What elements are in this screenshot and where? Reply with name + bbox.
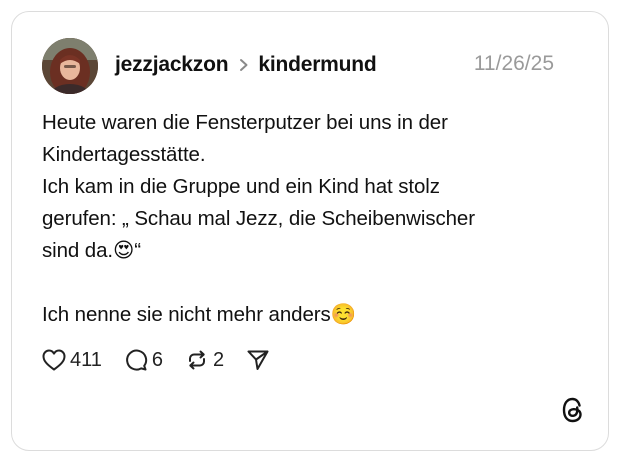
comment-button[interactable]: 6 [124, 348, 163, 372]
repost-icon [185, 348, 209, 372]
post-header: jezzjackzon kindermund [115, 51, 377, 79]
repost-button[interactable]: 2 [185, 348, 224, 372]
repost-count: 2 [213, 348, 225, 371]
post-line: Kindertagesstätte. [42, 143, 206, 166]
post-date: 11/26/25 [473, 52, 554, 75]
heart-icon [42, 349, 66, 371]
chevron-right-icon [239, 58, 249, 72]
post-line: Ich kam in die Gruppe und ein Kind hat s… [42, 175, 440, 198]
post-line: Ich nenne sie nicht mehr anders☺️ [42, 303, 357, 326]
avatar[interactable] [42, 38, 98, 94]
author-username[interactable]: jezzjackzon [115, 53, 229, 77]
comment-count: 6 [151, 348, 164, 371]
post-line: gerufen: „ Schau mal Jezz, die Scheibenw… [42, 207, 475, 230]
comment-bubble-icon [124, 348, 148, 372]
action-bar: 411 6 2 [42, 345, 292, 375]
post-line: Heute waren die Fensterputzer bei uns in… [42, 111, 448, 134]
like-button[interactable]: 411 [42, 349, 102, 372]
community-name[interactable]: kindermund [258, 53, 376, 77]
post-line: sind da.😍“ [42, 239, 141, 262]
like-count: 411 [70, 348, 102, 371]
send-icon [246, 348, 270, 372]
threads-logo-icon [560, 396, 586, 424]
avatar-image [42, 38, 98, 94]
share-button[interactable] [246, 348, 270, 372]
post-card: jezzjackzon kindermund 11/26/25 Heute wa… [11, 11, 609, 451]
post-body: Heute waren die Fensterputzer bei uns in… [42, 107, 562, 331]
post-line-blank [42, 267, 562, 299]
